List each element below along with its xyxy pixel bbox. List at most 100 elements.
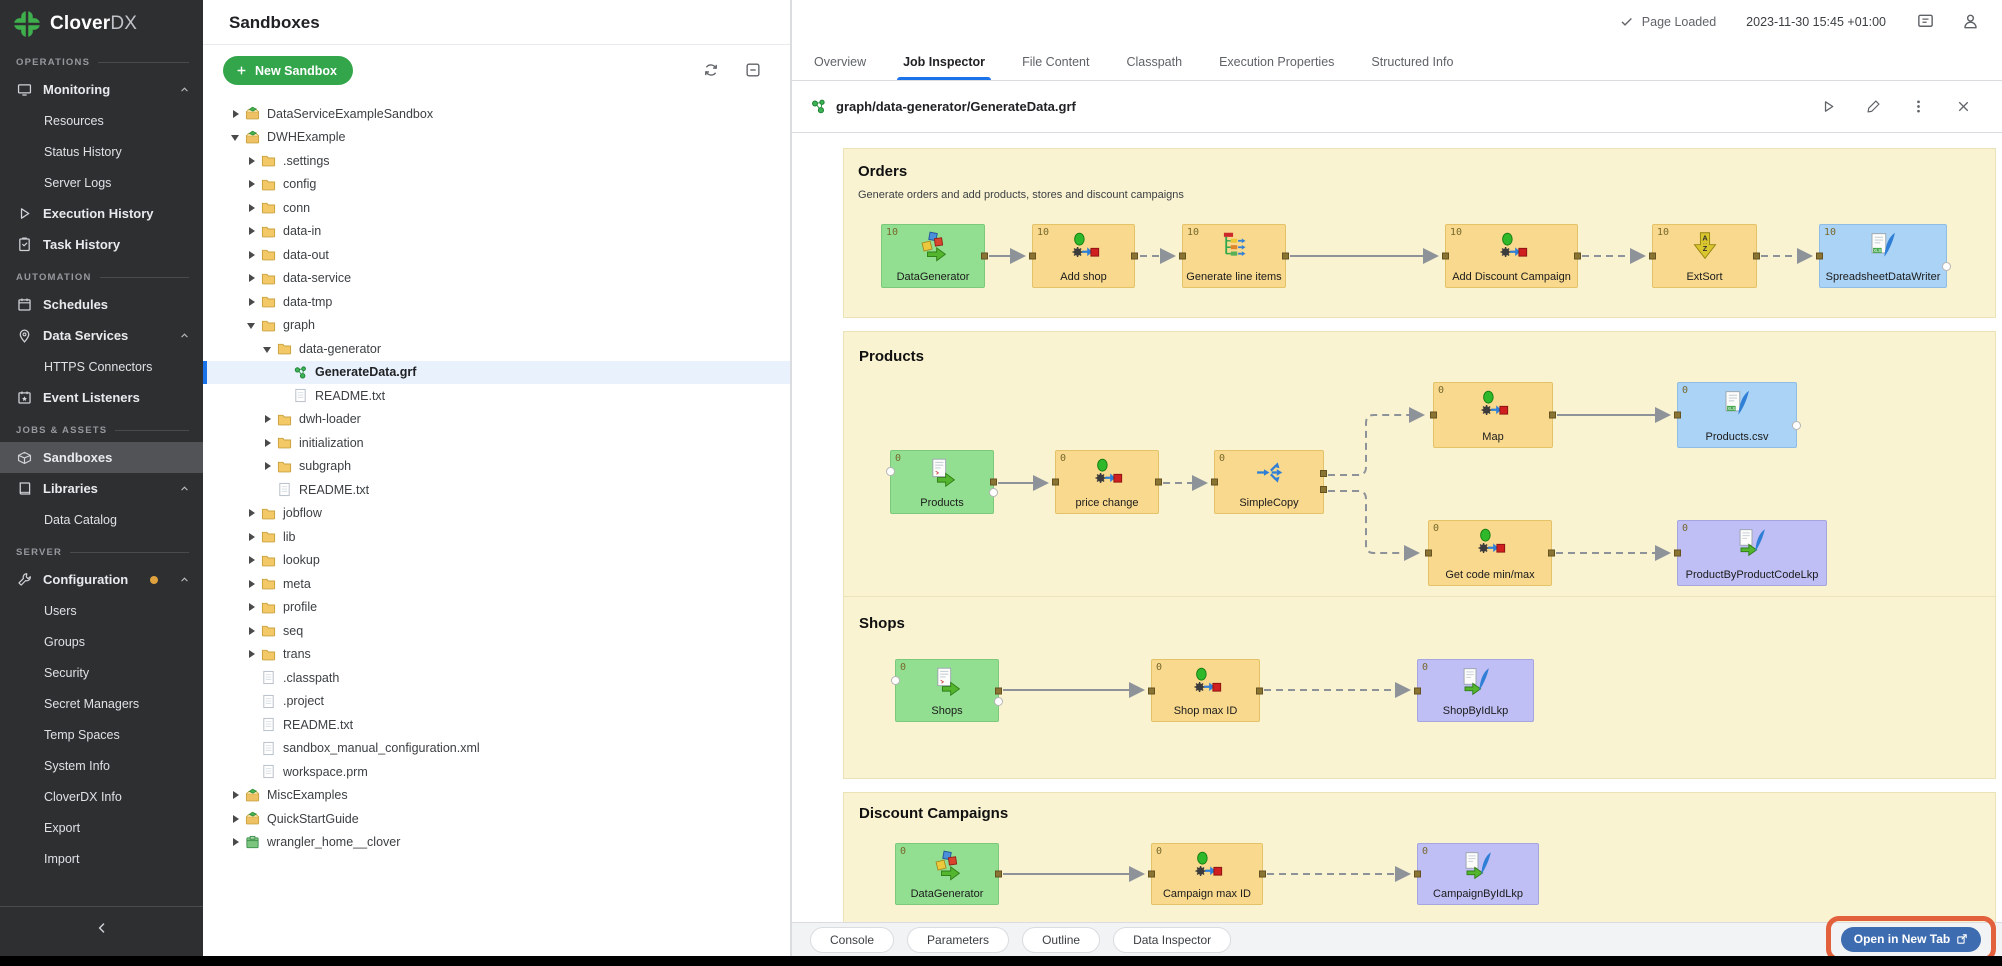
tree-row-sandbox[interactable]: DWHExample xyxy=(203,126,790,150)
component-get-code-min-max[interactable]: 0 Get code min/max xyxy=(1428,520,1552,586)
component-campaignbyidlkp[interactable]: 0 CampaignByIdLkp xyxy=(1417,843,1539,905)
tab-file-content[interactable]: File Content xyxy=(1022,43,1089,80)
component-datagenerator[interactable]: 0 DataGenerator xyxy=(895,843,999,905)
expand-chevron-icon[interactable] xyxy=(246,249,257,260)
expand-chevron-icon[interactable] xyxy=(230,813,241,824)
collapse-chevron-icon[interactable] xyxy=(246,320,257,331)
chevron-up-icon[interactable] xyxy=(178,482,191,495)
tree-row-folder[interactable]: dwh-loader xyxy=(203,408,790,432)
tree-row-file[interactable]: README.txt xyxy=(203,478,790,502)
sidebar-item-libraries[interactable]: Libraries xyxy=(0,473,203,504)
tree-row-sandbox[interactable]: QuickStartGuide xyxy=(203,807,790,831)
feedback-chat-icon[interactable] xyxy=(1916,12,1935,31)
tree-row-folder[interactable]: lookup xyxy=(203,549,790,573)
sidebar-item-sandboxes[interactable]: Sandboxes xyxy=(0,442,203,473)
component-campaign-max-id[interactable]: 0 Campaign max ID xyxy=(1151,843,1263,905)
tree-row-folder[interactable]: profile xyxy=(203,596,790,620)
kebab-menu-icon[interactable] xyxy=(1910,98,1927,115)
tree-row-selected-graph-file[interactable]: GenerateData.grf xyxy=(203,361,790,385)
sidebar-item-data-services[interactable]: Data Services xyxy=(0,320,203,351)
collapse-chevron-icon[interactable] xyxy=(262,343,273,354)
component-shops-reader[interactable]: 0 Shops xyxy=(895,659,999,722)
refresh-icon[interactable] xyxy=(702,61,720,79)
chevron-up-icon[interactable] xyxy=(178,83,191,96)
console-button[interactable]: Console xyxy=(810,927,894,953)
sidebar-item-temp-spaces[interactable]: Temp Spaces xyxy=(0,719,203,750)
chevron-up-icon[interactable] xyxy=(178,573,191,586)
expand-chevron-icon[interactable] xyxy=(246,155,257,166)
collapse-chevron-icon[interactable] xyxy=(230,132,241,143)
sidebar-item-monitoring[interactable]: Monitoring xyxy=(0,74,203,105)
sidebar-item-resources[interactable]: Resources xyxy=(0,105,203,136)
expand-chevron-icon[interactable] xyxy=(246,649,257,660)
expand-chevron-icon[interactable] xyxy=(246,531,257,542)
tree-row-folder[interactable]: initialization xyxy=(203,431,790,455)
tree-row-folder[interactable]: conn xyxy=(203,196,790,220)
tree-row-sandbox[interactable]: DataServiceExampleSandbox xyxy=(203,102,790,126)
tab-job-inspector[interactable]: Job Inspector xyxy=(903,43,985,80)
parameters-button[interactable]: Parameters xyxy=(907,927,1009,953)
tree-row-folder[interactable]: subgraph xyxy=(203,455,790,479)
sidebar-item-https-connectors[interactable]: HTTPS Connectors xyxy=(0,351,203,382)
expand-chevron-icon[interactable] xyxy=(230,108,241,119)
tree-row-folder[interactable]: seq xyxy=(203,619,790,643)
tree-row-folder[interactable]: config xyxy=(203,173,790,197)
expand-chevron-icon[interactable] xyxy=(230,837,241,848)
tree-row-file[interactable]: .project xyxy=(203,690,790,714)
tree-row-folder[interactable]: data-tmp xyxy=(203,290,790,314)
tree-row-file[interactable]: sandbox_manual_configuration.xml xyxy=(203,737,790,761)
expand-chevron-icon[interactable] xyxy=(262,437,273,448)
expand-chevron-icon[interactable] xyxy=(246,625,257,636)
sidebar-item-data-catalog[interactable]: Data Catalog xyxy=(0,504,203,535)
expand-chevron-icon[interactable] xyxy=(246,508,257,519)
expand-chevron-icon[interactable] xyxy=(246,226,257,237)
close-icon[interactable] xyxy=(1955,98,1972,115)
expand-chevron-icon[interactable] xyxy=(246,273,257,284)
expand-chevron-icon[interactable] xyxy=(262,414,273,425)
component-products-csv-writer[interactable]: 0 Products.csv xyxy=(1677,382,1797,448)
tree-row-sandbox[interactable]: wrangler_home__clover xyxy=(203,831,790,855)
outline-button[interactable]: Outline xyxy=(1022,927,1100,953)
component-simplecopy[interactable]: 0 SimpleCopy xyxy=(1214,450,1324,514)
sidebar-item-export[interactable]: Export xyxy=(0,812,203,843)
app-logo[interactable]: CloverDX xyxy=(0,0,203,45)
chevron-up-icon[interactable] xyxy=(178,329,191,342)
expand-chevron-icon[interactable] xyxy=(246,296,257,307)
user-account-icon[interactable] xyxy=(1961,12,1980,31)
expand-chevron-icon[interactable] xyxy=(246,202,257,213)
tree-row-folder[interactable]: data-service xyxy=(203,267,790,291)
expand-chevron-icon[interactable] xyxy=(262,461,273,472)
tree-row-file[interactable]: README.txt xyxy=(203,384,790,408)
tab-execution-properties[interactable]: Execution Properties xyxy=(1219,43,1334,80)
sidebar-item-import[interactable]: Import xyxy=(0,843,203,874)
tree-row-folder[interactable]: data-in xyxy=(203,220,790,244)
sidebar-item-users[interactable]: Users xyxy=(0,595,203,626)
sidebar-item-server-logs[interactable]: Server Logs xyxy=(0,167,203,198)
tab-overview[interactable]: Overview xyxy=(814,43,866,80)
tree-row-folder[interactable]: data-generator xyxy=(203,337,790,361)
tree-row-folder[interactable]: meta xyxy=(203,572,790,596)
expand-chevron-icon[interactable] xyxy=(246,555,257,566)
sidebar-item-event-listeners[interactable]: Event Listeners xyxy=(0,382,203,413)
expand-chevron-icon[interactable] xyxy=(246,179,257,190)
tab-structured-info[interactable]: Structured Info xyxy=(1371,43,1453,80)
tree-row-folder[interactable]: data-out xyxy=(203,243,790,267)
tree-row-sandbox[interactable]: MiscExamples xyxy=(203,784,790,808)
sidebar-item-system-info[interactable]: System Info xyxy=(0,750,203,781)
sidebar-item-execution-history[interactable]: Execution History xyxy=(0,198,203,229)
component-shop-max-id[interactable]: 0 Shop max ID xyxy=(1151,659,1260,722)
expand-chevron-icon[interactable] xyxy=(246,578,257,589)
expand-chevron-icon[interactable] xyxy=(230,790,241,801)
tree-row-file[interactable]: workspace.prm xyxy=(203,760,790,784)
tree-row-folder[interactable]: lib xyxy=(203,525,790,549)
sidebar-item-task-history[interactable]: Task History xyxy=(0,229,203,260)
sidebar-item-configuration[interactable]: Configuration xyxy=(0,564,203,595)
component-map[interactable]: 0 Map xyxy=(1433,382,1553,448)
component-generate-line-items[interactable]: 10 Generate line items xyxy=(1182,224,1286,288)
component-shopbyidlkp[interactable]: 0 ShopByIdLkp xyxy=(1417,659,1534,722)
open-in-new-tab-button[interactable]: Open in New Tab xyxy=(1841,927,1981,952)
tree-row-folder[interactable]: jobflow xyxy=(203,502,790,526)
sidebar-collapse-button[interactable] xyxy=(0,906,203,948)
tab-classpath[interactable]: Classpath xyxy=(1126,43,1182,80)
tree-row-folder[interactable]: .settings xyxy=(203,149,790,173)
